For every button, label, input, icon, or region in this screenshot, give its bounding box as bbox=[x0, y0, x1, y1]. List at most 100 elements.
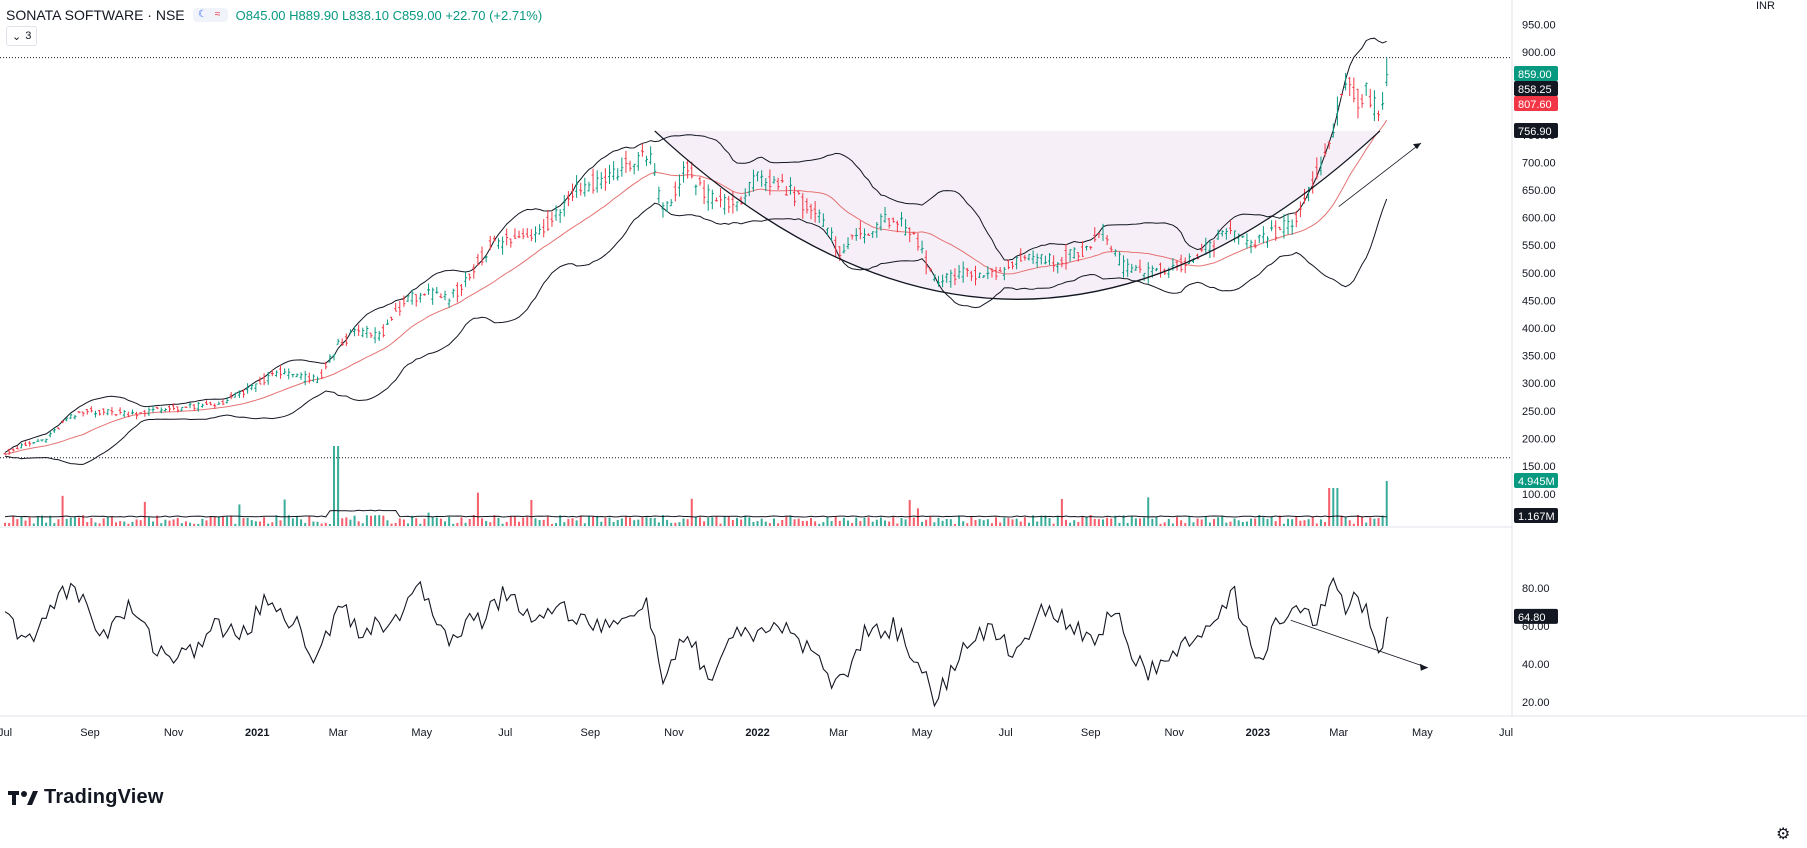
volume-bar bbox=[1134, 518, 1137, 526]
volume-bar bbox=[1225, 522, 1228, 526]
volume-bar bbox=[995, 517, 998, 526]
volume-bar bbox=[727, 516, 730, 526]
wave-icon: ≈ bbox=[214, 9, 221, 20]
oscillator-axis-tick-label: 20.00 bbox=[1522, 697, 1550, 709]
volume-bar bbox=[604, 517, 607, 526]
volume-bar bbox=[703, 521, 706, 526]
volume-bar bbox=[653, 518, 656, 526]
volume-bar bbox=[620, 518, 623, 526]
volume-bar bbox=[476, 492, 479, 526]
volume-bar bbox=[756, 521, 759, 526]
currency-label[interactable]: INR bbox=[1756, 0, 1775, 12]
volume-bar bbox=[357, 521, 360, 526]
volume-bar bbox=[1324, 522, 1327, 526]
volume-bar bbox=[879, 517, 882, 526]
volume-bar bbox=[53, 523, 56, 526]
volume-bar bbox=[123, 521, 126, 526]
tradingview-logo-icon bbox=[8, 790, 38, 805]
volume-bar bbox=[760, 518, 763, 526]
volume-bar bbox=[8, 523, 11, 526]
volume-bar bbox=[1204, 516, 1207, 526]
tradingview-logo[interactable]: TradingView bbox=[8, 786, 164, 809]
chart-canvas[interactable]: 950.00900.00850.00800.00750.00700.00650.… bbox=[0, 0, 1807, 848]
volume-bar bbox=[707, 517, 710, 526]
volume-bar bbox=[382, 515, 385, 526]
volume-bar bbox=[953, 523, 956, 526]
volume-bar bbox=[1007, 518, 1010, 526]
volume-bar bbox=[715, 516, 718, 526]
volume-bar bbox=[361, 523, 364, 526]
volume-bar bbox=[164, 519, 167, 526]
volume-bar bbox=[1270, 516, 1273, 526]
volume-bar bbox=[106, 517, 109, 526]
price-label-text: 859.00 bbox=[1518, 69, 1552, 81]
volume-bar bbox=[402, 519, 405, 526]
volume-bar bbox=[904, 519, 907, 526]
volume-bar bbox=[1143, 517, 1146, 526]
volume-bar bbox=[139, 520, 142, 526]
ohlc-values: O845.00 H889.90 L838.10 C859.00 +22.70 (… bbox=[236, 8, 543, 23]
time-axis-tick-label: Nov bbox=[164, 727, 184, 739]
volume-bar bbox=[1278, 515, 1281, 526]
volume-bar bbox=[152, 521, 155, 526]
volume-bar bbox=[415, 518, 418, 526]
volume-bar bbox=[460, 517, 463, 526]
volume-bar bbox=[859, 520, 862, 526]
volume-bar bbox=[596, 515, 599, 526]
volume-bar bbox=[57, 519, 60, 526]
volume-bar bbox=[213, 516, 216, 526]
volume-bar bbox=[291, 518, 294, 526]
volume-bar bbox=[448, 516, 451, 526]
volume-bar bbox=[1180, 520, 1183, 526]
volume-bar bbox=[801, 520, 804, 526]
volume-bar bbox=[768, 523, 771, 526]
low-value: L838.10 bbox=[341, 7, 389, 23]
volume-bar bbox=[723, 516, 726, 526]
time-axis-tick-label: May bbox=[912, 727, 933, 739]
volume-bar bbox=[900, 518, 903, 526]
indicator-toggle-button[interactable]: ⌄ 3 bbox=[6, 26, 38, 46]
volume-bar bbox=[143, 501, 146, 526]
gear-icon[interactable]: ⚙ bbox=[1776, 824, 1790, 844]
volume-bar bbox=[135, 519, 138, 526]
symbol-title[interactable]: SONATA SOFTWARE · NSE bbox=[6, 7, 185, 23]
volume-bar bbox=[32, 523, 35, 526]
volume-bar bbox=[633, 520, 636, 526]
volume-bar bbox=[230, 515, 233, 526]
volume-bar bbox=[398, 518, 401, 526]
volume-bar bbox=[427, 512, 430, 526]
volume-bar bbox=[698, 517, 701, 526]
volume-bar bbox=[1011, 519, 1014, 526]
volume-bar bbox=[1159, 523, 1162, 526]
volume-bar bbox=[1036, 521, 1039, 526]
close-value: C859.00 bbox=[392, 7, 442, 23]
chevron-down-icon: ⌄ bbox=[12, 30, 22, 43]
volume-bar bbox=[1332, 488, 1335, 526]
volume-bar bbox=[226, 516, 229, 526]
volume-bar bbox=[1184, 523, 1187, 526]
volume-bar bbox=[526, 516, 529, 526]
volume-bar bbox=[45, 522, 48, 526]
volume-bar bbox=[28, 517, 31, 526]
volume-axis-tick-label: 100.00 bbox=[1522, 489, 1556, 501]
volume-bar bbox=[842, 517, 845, 526]
time-axis-tick-label: Mar bbox=[1329, 727, 1348, 739]
volume-bar bbox=[320, 523, 323, 526]
market-status-pill[interactable]: ☾ ≈ bbox=[192, 8, 228, 22]
volume-bar bbox=[670, 522, 673, 526]
volume-bar bbox=[986, 519, 989, 526]
volume-bar bbox=[1254, 518, 1257, 526]
price-axis-tick-label: 250.00 bbox=[1522, 406, 1556, 418]
volume-bar bbox=[431, 517, 434, 526]
volume-bar bbox=[1060, 499, 1063, 526]
volume-bar bbox=[1118, 522, 1121, 526]
volume-bar bbox=[1093, 518, 1096, 526]
volume-bar bbox=[464, 522, 467, 526]
volume-bar bbox=[1139, 518, 1142, 526]
volume-bar bbox=[217, 516, 220, 526]
volume-bar bbox=[888, 521, 891, 526]
volume-bar bbox=[275, 515, 278, 526]
volume-bar bbox=[686, 519, 689, 526]
volume-bar bbox=[1015, 518, 1018, 526]
volume-bar bbox=[777, 523, 780, 526]
